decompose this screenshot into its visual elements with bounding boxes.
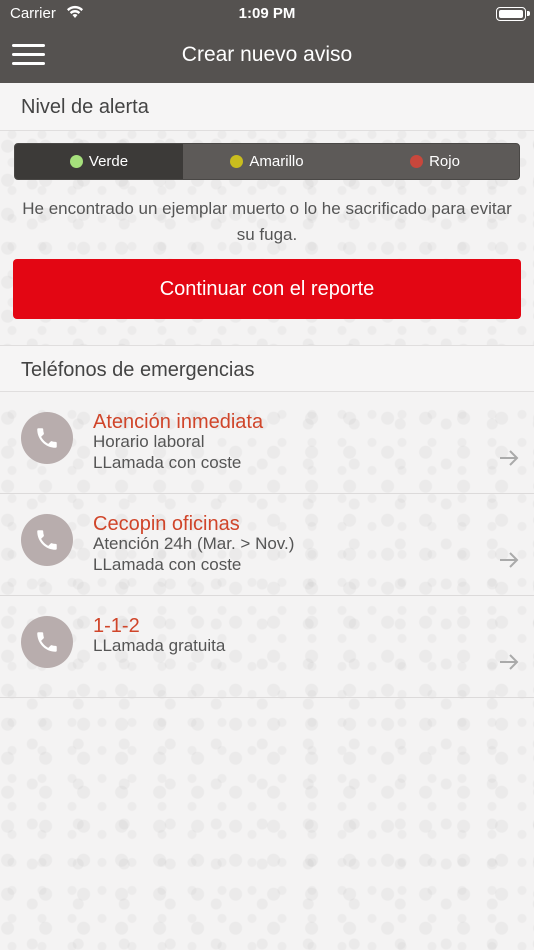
arrow-right-icon — [500, 552, 519, 568]
alert-level-header: Nivel de alerta — [0, 83, 534, 131]
phone-item-schedule: Atención 24h (Mar. > Nov.) — [93, 534, 295, 553]
phone-item-atencion-inmediata[interactable]: Atención inmediata Horario laboral LLama… — [0, 392, 534, 494]
alert-level-label: Verde — [88, 153, 129, 170]
phone-item-cecopin-oficinas[interactable]: Cecopin oficinas Atención 24h (Mar. > No… — [0, 494, 534, 596]
phone-item-112[interactable]: 1-1-2 LLamada gratuita — [0, 596, 534, 698]
green-dot-icon — [69, 155, 83, 168]
status-bar: Carrier 1:09 PM — [0, 0, 534, 28]
page-title: Crear nuevo aviso — [181, 43, 353, 66]
phone-item-name: Cecopin oficinas — [93, 513, 240, 535]
alert-level-rojo[interactable]: Rojo — [351, 144, 519, 179]
phone-item-name: 1-1-2 — [93, 615, 140, 637]
arrow-right-icon — [500, 654, 519, 670]
phone-item-cost: LLamada con coste — [93, 453, 242, 472]
phone-item-cost: LLamada con coste — [93, 555, 242, 574]
alert-level-amarillo[interactable]: Amarillo — [183, 144, 351, 179]
alert-level-selector: Verde Amarillo Rojo — [14, 143, 520, 180]
alert-level-label: Amarillo — [249, 153, 304, 170]
phone-item-cost: LLamada gratuita — [93, 636, 226, 655]
phone-item-schedule: Horario laboral — [93, 432, 205, 451]
arrow-right-icon — [500, 450, 519, 466]
alert-description: He encontrado un ejemplar muerto o lo he… — [22, 199, 512, 244]
continue-report-button[interactable]: Continuar con el reporte — [13, 259, 521, 319]
alert-level-label: Rojo — [429, 153, 460, 170]
battery-icon — [496, 7, 530, 21]
phone-item-name: Atención inmediata — [93, 411, 264, 433]
nav-bar: Crear nuevo aviso — [0, 28, 534, 83]
emergency-phones-header: Teléfonos de emergencias — [0, 345, 534, 392]
status-time: 1:09 PM — [238, 5, 296, 22]
yellow-dot-icon — [230, 155, 244, 168]
red-dot-icon — [410, 155, 424, 168]
phone-icon — [21, 412, 73, 464]
alert-level-verde[interactable]: Verde — [15, 144, 183, 179]
phone-icon — [21, 616, 73, 668]
phone-icon — [21, 514, 73, 566]
